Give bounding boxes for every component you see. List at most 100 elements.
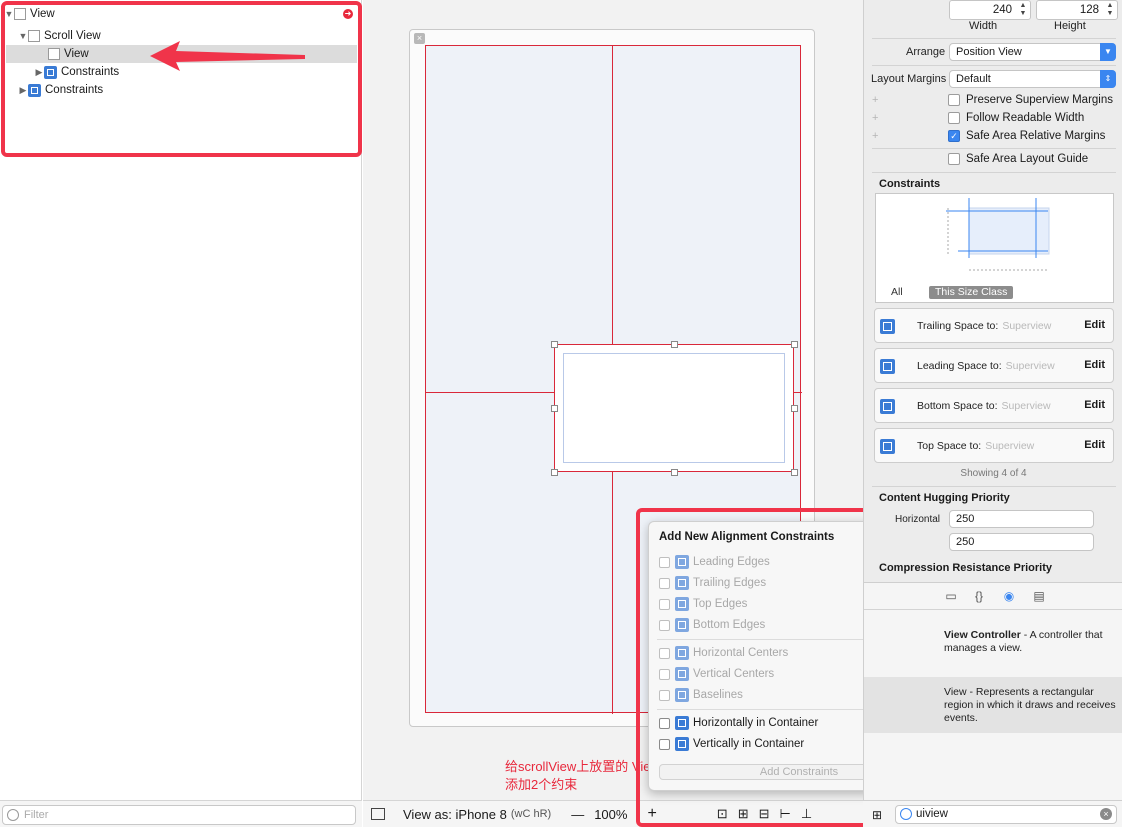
resize-handle[interactable] <box>791 469 798 476</box>
top-space-icon <box>880 439 895 454</box>
width-field[interactable]: 240 ▲ ▼ <box>949 0 1031 20</box>
tab-all[interactable]: All <box>891 286 903 298</box>
leading-space-icon <box>880 359 895 374</box>
follow-readable-width-check[interactable]: Follow Readable Width <box>948 112 1084 124</box>
add-variation-icon[interactable]: + <box>872 94 878 106</box>
width-label: Width <box>969 20 998 32</box>
file-template-icon[interactable]: ▭ <box>944 589 958 603</box>
layout-margins-value: Default <box>956 73 991 85</box>
hugging-horizontal-popup[interactable]: 250 <box>949 510 1094 528</box>
constraints-header: Constraints <box>879 178 941 190</box>
resize-handle[interactable] <box>791 341 798 348</box>
trailing-space-icon <box>880 319 895 334</box>
divider <box>872 172 1116 173</box>
filter-placeholder: Filter <box>24 809 49 821</box>
divider <box>864 609 1122 610</box>
filter-icon <box>7 809 19 821</box>
safe-area-relative-margins-check[interactable]: ✓ Safe Area Relative Margins <box>948 130 1105 142</box>
hugging-h-value: 250 <box>956 513 975 525</box>
hugging-header: Content Hugging Priority <box>879 492 1010 504</box>
constraints-diagram-graphic <box>946 198 1050 271</box>
bottom-space-icon <box>880 399 895 414</box>
zoom-level[interactable]: 100% <box>594 807 627 822</box>
edit-button[interactable]: Edit <box>1084 439 1105 451</box>
preserve-superview-margins-check[interactable]: Preserve Superview Margins <box>948 94 1113 106</box>
library-panel: ▭ {} ◉ ▤ View Controller - A controller … <box>864 582 1122 827</box>
compression-header: Compression Resistance Priority <box>879 562 1053 574</box>
document-outline: ▼ View ➜ ▼ Scroll View View ▶ Constraint… <box>0 0 362 827</box>
chevron-down-icon: ▼ <box>1100 43 1116 61</box>
filter-icon <box>900 808 912 820</box>
constraint-title: Bottom Space to: <box>917 400 998 412</box>
check-label: Follow Readable Width <box>966 112 1085 124</box>
constraint-target: Superview <box>1002 320 1052 332</box>
height-stepper-icon[interactable]: ▲ ▼ <box>1105 2 1115 18</box>
constraints-diagram: All This Size Class <box>875 193 1114 303</box>
inner-view-content <box>563 353 785 463</box>
divider <box>872 148 1116 149</box>
constraint-title: Top Space to: <box>917 440 982 452</box>
width-stepper-icon[interactable]: ▲ ▼ <box>1018 2 1028 18</box>
check-label: Safe Area Relative Margins <box>966 130 1106 142</box>
hugging-horizontal-label: Horizontal <box>895 514 941 525</box>
resize-handle[interactable] <box>671 469 678 476</box>
library-item-view[interactable]: View - Represents a rectangular region i… <box>944 686 1122 725</box>
layout-margins-label: Layout Margins <box>871 73 947 85</box>
filter-field[interactable]: Filter <box>2 805 356 825</box>
hugging-v-value: 250 <box>956 536 975 548</box>
add-variation-icon[interactable]: + <box>872 130 878 142</box>
outline-filter-bar: Filter <box>0 800 362 827</box>
constraint-card-trailing[interactable]: Trailing Space to: Superview Edit <box>874 308 1114 343</box>
constraint-card-bottom[interactable]: Bottom Space to: Superview Edit <box>874 388 1114 423</box>
outline-toggle-icon[interactable] <box>371 808 385 820</box>
checkbox[interactable] <box>948 94 960 106</box>
resize-handle[interactable] <box>551 469 558 476</box>
safe-area-layout-guide-check[interactable]: Safe Area Layout Guide <box>948 153 1088 165</box>
object-library-icon[interactable]: ◉ <box>1002 589 1016 603</box>
edit-button[interactable]: Edit <box>1084 319 1105 331</box>
resize-handle[interactable] <box>671 341 678 348</box>
constraint-title: Trailing Space to: <box>917 320 999 332</box>
resize-handle[interactable] <box>551 341 558 348</box>
height-field[interactable]: 128 ▲ ▼ <box>1036 0 1118 20</box>
clear-search-icon[interactable]: × <box>1100 808 1112 820</box>
arrange-popup[interactable]: Position View ▼ <box>949 43 1116 61</box>
checkbox-checked[interactable]: ✓ <box>948 130 960 142</box>
width-value: 240 <box>992 4 1012 16</box>
size-inspector: 240 ▲ ▼ 128 ▲ ▼ Width Height Arrange Posit… <box>863 0 1122 827</box>
add-variation-icon[interactable]: + <box>872 112 878 124</box>
constraint-card-leading[interactable]: Leading Space to: Superview Edit <box>874 348 1114 383</box>
view-as-label[interactable]: View as: iPhone 8 <box>403 807 507 822</box>
zoom-out-button[interactable]: — <box>571 807 584 822</box>
hugging-vertical-popup[interactable]: 250 <box>949 533 1094 551</box>
constraint-target: Superview <box>1001 400 1051 412</box>
checkbox[interactable] <box>948 153 960 165</box>
divider <box>872 38 1116 39</box>
grid-view-icon[interactable]: ⊞ <box>872 808 882 822</box>
scene-close-icon[interactable]: × <box>414 33 425 44</box>
tab-this-size-class[interactable]: This Size Class <box>929 286 1014 299</box>
height-value: 128 <box>1079 4 1099 16</box>
checkbox[interactable] <box>948 112 960 124</box>
annotation-highlight-box <box>1 1 362 157</box>
leading-constraint-line <box>426 392 554 393</box>
resize-handle[interactable] <box>791 405 798 412</box>
inner-view-frame[interactable] <box>554 344 794 472</box>
resize-handle[interactable] <box>551 405 558 412</box>
library-search-field[interactable]: uiview × <box>895 805 1117 824</box>
library-item-view-controller[interactable]: View Controller - A controller that mana… <box>944 629 1122 655</box>
size-class-label: (wC hR) <box>510 808 552 820</box>
constraint-card-top[interactable]: Top Space to: Superview Edit <box>874 428 1114 463</box>
trailing-constraint-line <box>794 392 802 393</box>
edit-button[interactable]: Edit <box>1084 399 1105 411</box>
media-library-icon[interactable]: ▤ <box>1032 589 1046 603</box>
edit-button[interactable]: Edit <box>1084 359 1105 371</box>
constraint-target: Superview <box>1005 360 1055 372</box>
library-search-bar: ⊞ uiview × <box>863 800 1122 827</box>
divider <box>872 486 1116 487</box>
top-constraint-line <box>612 46 613 344</box>
arrange-value: Position View <box>956 46 1022 58</box>
code-snippet-icon[interactable]: {} <box>972 589 986 603</box>
bottom-constraint-line <box>612 472 613 714</box>
layout-margins-popup[interactable]: Default ⇕ <box>949 70 1116 88</box>
